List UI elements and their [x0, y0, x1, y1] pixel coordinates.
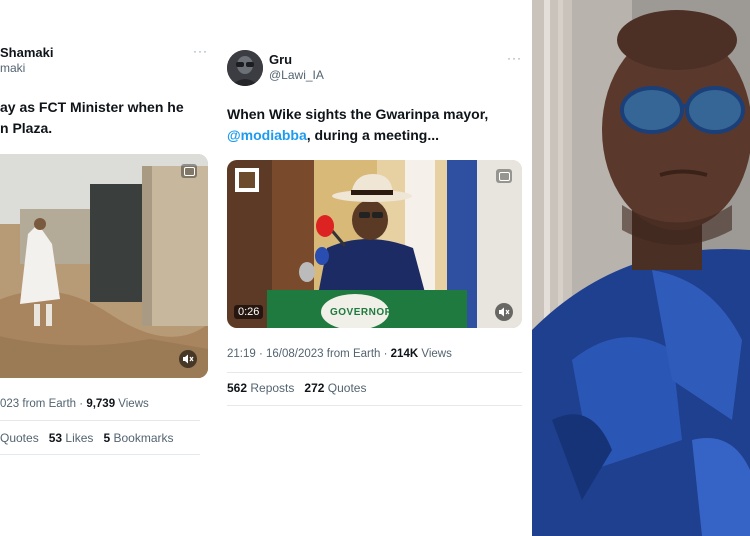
mid-tweet-views-label: Views	[418, 348, 452, 360]
left-tweet-likes-count: 53	[48, 431, 63, 445]
mid-tweet-mention-link[interactable]: @modiabba	[227, 127, 307, 143]
mid-tweet-avatar[interactable]	[227, 50, 263, 86]
left-tweet-date[interactable]: 023 from Earth	[0, 398, 76, 410]
left-tweet-quotes-label[interactable]: Quotes	[0, 431, 39, 445]
mid-tweet-quotes-label: Quotes	[324, 381, 367, 395]
mid-tweet-volume-icon[interactable]	[495, 303, 513, 321]
portrait-photo	[532, 0, 750, 536]
left-tweet-likes[interactable]: 53 Likes	[49, 431, 94, 445]
left-tweet-panel: Shamaki maki ··· ay as FCT Minister when…	[0, 0, 214, 536]
mid-tweet-quotes-count: 272	[304, 381, 325, 395]
mid-tweet-text-line2-rest: , during a meeting...	[306, 127, 440, 143]
left-tweet-stats: Quotes 53 Likes 5 Bookmarks	[0, 431, 174, 445]
portrait-photo-image	[532, 0, 750, 536]
left-tweet-more-icon[interactable]: ···	[193, 44, 208, 58]
left-tweet-text-line1: ay as FCT Minister when he	[0, 99, 184, 115]
mid-tweet-text-line2: @modiabba, during a meeting...	[227, 125, 488, 146]
mid-tweet-divider-2	[227, 405, 522, 406]
left-tweet-volume-icon[interactable]	[179, 350, 197, 368]
mid-tweet-reposts-count: 562	[227, 381, 248, 395]
mid-tweet-video-frame	[227, 160, 522, 328]
mid-tweet-user-name[interactable]: Gru	[269, 52, 292, 67]
left-tweet-text-line2: n Plaza.	[0, 120, 53, 136]
left-tweet-meta-separator: ·	[76, 398, 87, 410]
left-tweet-user-name[interactable]: Shamaki	[0, 45, 53, 60]
left-tweet-likes-label: Likes	[62, 431, 94, 445]
mid-tweet-duration: 0:26	[234, 305, 264, 319]
mid-tweet-timestamp[interactable]: 21:19 · 16/08/2023 from Earth ·	[227, 348, 391, 360]
mid-tweet-panel: Gru @Lawi_IA ··· When Wike sights the Gw…	[214, 0, 532, 536]
left-tweet-divider	[0, 420, 200, 421]
mid-tweet-stats: 562 Reposts 272 Quotes	[227, 381, 366, 395]
left-tweet-video-frame	[0, 154, 208, 378]
left-tweet-meta: 023 from Earth · 9,739 Views	[0, 398, 149, 410]
mid-tweet-divider	[227, 372, 522, 373]
mid-tweet-quotes[interactable]: 272 Quotes	[304, 381, 366, 395]
left-tweet-bookmarks[interactable]: 5 Bookmarks	[103, 431, 173, 445]
mid-tweet-reposts[interactable]: 562 Reposts	[227, 381, 294, 395]
left-tweet-user-handle[interactable]: maki	[0, 61, 25, 75]
left-tweet-gif-icon	[181, 164, 197, 178]
left-tweet-views-count: 9,739	[86, 398, 116, 410]
mid-tweet-podium-text: GOVERNOR	[330, 307, 393, 318]
mid-tweet-user-handle[interactable]: @Lawi_IA	[269, 68, 324, 82]
mid-tweet-text: When Wike sights the Gwarinpa mayor, @mo…	[227, 104, 488, 146]
left-tweet-views-label: Views	[115, 398, 149, 410]
mid-tweet-views-count: 214K	[390, 348, 419, 360]
mid-tweet-gif-icon	[496, 169, 512, 183]
left-tweet-text: ay as FCT Minister when he n Plaza.	[0, 97, 184, 139]
mid-tweet-video[interactable]: GOVERNOR 0:26	[227, 160, 522, 328]
left-tweet-divider-2	[0, 454, 200, 455]
left-tweet-bookmarks-label: Bookmarks	[110, 431, 174, 445]
mid-tweet-reposts-label: Reposts	[247, 381, 295, 395]
mid-tweet-more-icon[interactable]: ···	[507, 51, 522, 65]
mid-tweet-meta: 21:19 · 16/08/2023 from Earth · 214K Vie…	[227, 348, 452, 360]
mid-tweet-text-line1: When Wike sights the Gwarinpa mayor,	[227, 106, 489, 122]
left-tweet-video[interactable]	[0, 154, 208, 378]
